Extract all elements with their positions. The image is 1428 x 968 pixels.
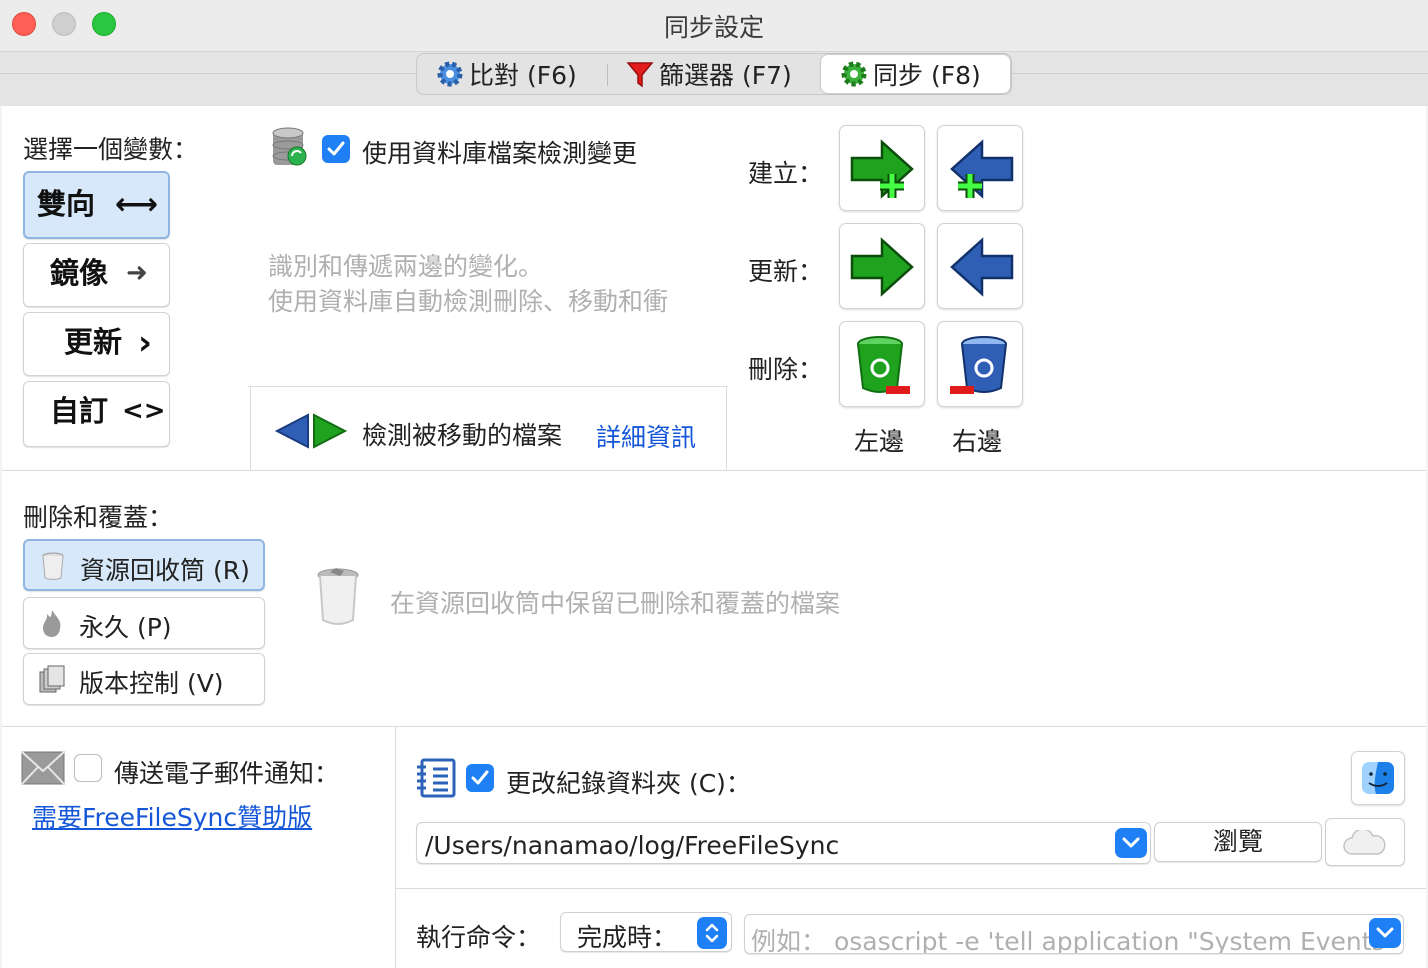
cloud-folder-button[interactable]	[1325, 818, 1405, 866]
email-notification-checkbox[interactable]	[74, 754, 102, 782]
details-link[interactable]: 詳細資訊	[596, 418, 696, 454]
trash-large-icon	[317, 568, 359, 625]
update-left-button[interactable]	[839, 223, 925, 309]
stepper-icon	[697, 917, 727, 949]
left-side-label: 左邊	[854, 427, 905, 456]
command-when-value: 完成時：	[577, 923, 678, 952]
green-trash-icon	[857, 336, 910, 394]
trash-icon	[42, 552, 64, 580]
chevrons-icon: <>	[122, 396, 166, 426]
log-folder-label: 更改紀錄資料夾 (C)：	[506, 769, 751, 798]
log-notebook-icon	[417, 758, 456, 798]
gear-icon	[841, 61, 867, 87]
window-title: 同步設定	[663, 13, 764, 42]
right-arrow-icon: ➜	[126, 258, 148, 288]
cloud-icon	[1343, 830, 1386, 855]
detect-moved-files-label: 檢測被移動的檔案	[362, 421, 563, 450]
variant-update-button[interactable]: 更新 ›	[23, 312, 170, 376]
versioning-button[interactable]: 版本控制 (V)	[23, 653, 265, 705]
tab-filter-label: 篩選器 (F7)	[659, 61, 792, 90]
browse-button[interactable]: 瀏覽	[1154, 822, 1322, 862]
tab-compare[interactable]: 比對 (F6)	[435, 55, 577, 93]
deletion-description: 在資源回收筒中保留已刪除和覆蓋的檔案	[390, 589, 841, 618]
filter-funnel-icon	[626, 62, 654, 88]
variant-two-way-label: 雙向	[37, 187, 96, 221]
create-left-button[interactable]	[839, 125, 925, 211]
browse-button-label: 瀏覽	[1212, 827, 1263, 856]
tab-compare-label: 比對 (F6)	[469, 61, 577, 90]
variant-custom-label: 自訂	[50, 394, 109, 428]
create-right-button[interactable]	[937, 125, 1023, 211]
moved-files-icon	[274, 413, 348, 449]
email-notification-label: 傳送電子郵件通知：	[114, 759, 340, 788]
run-command-label: 執行命令：	[416, 923, 542, 952]
right-side-label: 右邊	[952, 427, 1003, 456]
database-description-line1: 識別和傳遞兩邊的變化。	[268, 252, 544, 281]
command-input[interactable]: 例如： osascript -e 'tell application "Syst…	[744, 914, 1404, 954]
recycle-bin-label: 資源回收筒 (R)	[80, 556, 250, 585]
permanent-button[interactable]: 永久 (P)	[23, 597, 265, 649]
sponsor-edition-link[interactable]: 需要FreeFileSync贊助版	[32, 798, 312, 834]
versioning-icon	[39, 665, 65, 693]
deletion-heading: 刪除和覆蓋：	[23, 503, 174, 532]
chevron-down-icon	[1122, 837, 1140, 848]
path-history-dropdown-button[interactable]	[1115, 828, 1147, 858]
log-folder-checkbox[interactable]	[466, 764, 494, 792]
delete-label: 刪除：	[748, 355, 824, 384]
green-arrow-plus-icon	[850, 139, 914, 199]
flame-icon	[43, 610, 61, 637]
permanent-label: 永久 (P)	[79, 613, 172, 642]
tab-filter[interactable]: 篩選器 (F7)	[625, 55, 792, 93]
tab-sync[interactable]: 同步 (F8)	[821, 55, 1010, 93]
two-way-arrow-icon: ⟷	[115, 187, 159, 222]
create-label: 建立：	[748, 159, 824, 188]
database-description-line2: 使用資料庫自動檢測刪除、移動和衝	[268, 287, 669, 316]
envelope-icon	[21, 751, 65, 785]
log-folder-path-value: /Users/nanamao/log/FreeFileSync	[425, 831, 840, 860]
variant-custom-button[interactable]: 自訂 <>	[23, 381, 170, 447]
finder-button[interactable]	[1351, 751, 1405, 805]
command-when-select[interactable]: 完成時：	[560, 912, 732, 952]
versioning-label: 版本控制 (V)	[79, 669, 224, 698]
variant-mirror-button[interactable]: 鏡像 ➜	[23, 243, 170, 307]
blue-arrow-plus-icon	[950, 139, 1014, 199]
variant-mirror-label: 鏡像	[50, 256, 109, 290]
use-database-label: 使用資料庫檔案檢測變更	[362, 139, 638, 168]
gear-icon	[437, 61, 463, 87]
variant-two-way-button[interactable]: 雙向 ⟷	[23, 171, 170, 239]
delete-right-button[interactable]	[937, 321, 1023, 407]
blue-trash-icon	[950, 336, 1007, 394]
blue-arrow-left-icon	[950, 237, 1014, 297]
finder-icon	[1362, 762, 1394, 794]
command-history-dropdown-button[interactable]	[1369, 918, 1401, 948]
variant-heading: 選擇一個變數：	[23, 135, 199, 164]
recycle-bin-button[interactable]: 資源回收筒 (R)	[23, 539, 265, 591]
update-label: 更新：	[748, 257, 824, 286]
command-input-placeholder: 例如： osascript -e 'tell application "Syst…	[751, 927, 1385, 954]
tab-group: 比對 (F6) 篩選器 (F7) 同步 (F8)	[416, 53, 1012, 95]
green-arrow-right-icon	[850, 237, 914, 297]
chevron-down-icon	[1376, 927, 1394, 938]
tab-sync-label: 同步 (F8)	[873, 61, 981, 90]
chevron-right-icon: ›	[138, 323, 153, 363]
log-folder-path-field[interactable]: /Users/nanamao/log/FreeFileSync	[416, 822, 1151, 864]
variant-update-label: 更新	[64, 325, 123, 359]
database-icon	[272, 127, 307, 166]
update-right-button[interactable]	[937, 223, 1023, 309]
use-database-checkbox[interactable]	[322, 135, 350, 163]
delete-left-button[interactable]	[839, 321, 925, 407]
